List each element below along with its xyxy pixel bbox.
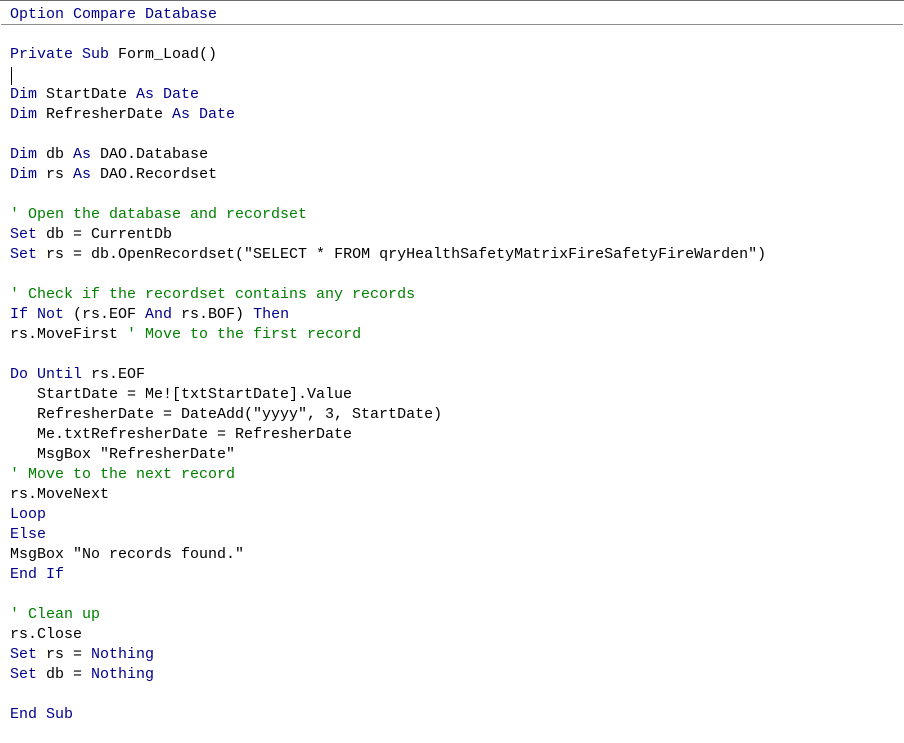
comment-token: ' Clean up <box>10 606 101 623</box>
code-line[interactable]: Dim rs As DAO.Recordset <box>10 165 217 185</box>
code-token: RefresherDate <box>46 106 173 123</box>
code-token: db <box>46 146 74 163</box>
comment-token: ' Check if the recordset contains any re… <box>10 286 416 303</box>
code-editor[interactable]: Option Compare Database Private Sub Form_… <box>0 0 904 743</box>
code-token: DAO.Recordset <box>100 166 218 183</box>
code-line[interactable]: ' Clean up <box>10 605 100 625</box>
code-line[interactable]: If Not (rs.EOF And rs.BOF) Then <box>10 305 289 325</box>
code-line[interactable]: ' Open the database and recordset <box>10 205 307 225</box>
comment-token: ' Open the database and recordset <box>10 206 308 223</box>
code-line[interactable]: Loop <box>10 505 46 525</box>
keyword-token: And <box>145 306 182 323</box>
keyword-token: If Not <box>10 306 74 323</box>
code-token: (rs.EOF <box>73 306 146 323</box>
code-token: RefresherDate = DateAdd("yyyy", 3, Start… <box>10 406 443 423</box>
keyword-token: As Date <box>136 86 200 103</box>
code-token: rs <box>46 166 74 183</box>
keyword-token: Set <box>10 226 47 243</box>
code-line[interactable]: Dim db As DAO.Database <box>10 145 208 165</box>
keyword-token: Option Compare Database <box>10 6 218 23</box>
code-line[interactable]: RefresherDate = DateAdd("yyyy", 3, Start… <box>10 405 442 425</box>
keyword-token: Dim <box>10 86 47 103</box>
keyword-token: Set <box>10 666 47 683</box>
text-cursor <box>11 67 12 85</box>
code-token: StartDate <box>46 86 137 103</box>
code-token: db = <box>46 666 92 683</box>
code-token: rs.MoveNext <box>10 486 110 503</box>
code-line[interactable]: MsgBox "RefresherDate" <box>10 445 235 465</box>
code-line[interactable]: rs.MoveFirst ' Move to the first record <box>10 325 361 345</box>
code-line[interactable]: Do Until rs.EOF <box>10 365 145 385</box>
code-line[interactable]: rs.Close <box>10 625 82 645</box>
code-token: rs = <box>46 646 92 663</box>
code-line[interactable]: Dim RefresherDate As Date <box>10 105 235 125</box>
code-token: StartDate = Me![txtStartDate].Value <box>10 386 353 403</box>
keyword-token: As <box>73 146 101 163</box>
code-line[interactable]: Dim StartDate As Date <box>10 85 199 105</box>
code-token: MsgBox "RefresherDate" <box>10 446 236 463</box>
code-line[interactable]: End Sub <box>10 705 73 725</box>
keyword-token: End Sub <box>10 706 74 723</box>
code-line[interactable]: Option Compare Database <box>10 5 217 25</box>
keyword-token: Do Until <box>10 366 92 383</box>
code-line[interactable]: StartDate = Me![txtStartDate].Value <box>10 385 352 405</box>
code-line[interactable]: rs.MoveNext <box>10 485 109 505</box>
keyword-token: As Date <box>172 106 236 123</box>
keyword-token: Then <box>253 306 290 323</box>
code-line[interactable]: Private Sub Form_Load() <box>10 45 217 65</box>
code-line[interactable]: Me.txtRefresherDate = RefresherDate <box>10 425 352 445</box>
keyword-token: End If <box>10 566 65 583</box>
comment-token: ' Move to the first record <box>127 326 362 343</box>
keyword-token: Dim <box>10 106 47 123</box>
code-token: db = CurrentDb <box>46 226 173 243</box>
keyword-token: Else <box>10 526 47 543</box>
code-line[interactable]: Set rs = Nothing <box>10 645 154 665</box>
code-line[interactable]: End If <box>10 565 64 585</box>
keyword-token: Dim <box>10 146 47 163</box>
code-line[interactable]: Set db = CurrentDb <box>10 225 172 245</box>
code-line[interactable]: MsgBox "No records found." <box>10 545 244 565</box>
code-token: DAO.Database <box>100 146 209 163</box>
comment-token: ' Move to the next record <box>10 466 236 483</box>
keyword-token: Nothing <box>91 666 155 683</box>
keyword-token: Set <box>10 246 47 263</box>
code-line[interactable]: Set db = Nothing <box>10 665 154 685</box>
keyword-token: Private Sub <box>10 46 119 63</box>
code-line[interactable]: ' Check if the recordset contains any re… <box>10 285 415 305</box>
code-token: rs.MoveFirst <box>10 326 128 343</box>
code-line[interactable]: Else <box>10 525 46 545</box>
keyword-token: Set <box>10 646 47 663</box>
code-token: rs.EOF <box>91 366 146 383</box>
keyword-token: Loop <box>10 506 47 523</box>
code-token: rs = db.OpenRecordset("SELECT * FROM qry… <box>46 246 767 263</box>
code-line[interactable]: Set rs = db.OpenRecordset("SELECT * FROM… <box>10 245 766 265</box>
keyword-token: Nothing <box>91 646 155 663</box>
code-token: rs.Close <box>10 626 83 643</box>
keyword-token: As <box>73 166 101 183</box>
code-token: rs.BOF) <box>181 306 254 323</box>
code-token: Form_Load() <box>118 46 218 63</box>
keyword-token: Dim <box>10 166 47 183</box>
code-token: Me.txtRefresherDate = RefresherDate <box>10 426 353 443</box>
code-token: MsgBox "No records found." <box>10 546 245 563</box>
code-line[interactable]: ' Move to the next record <box>10 465 235 485</box>
